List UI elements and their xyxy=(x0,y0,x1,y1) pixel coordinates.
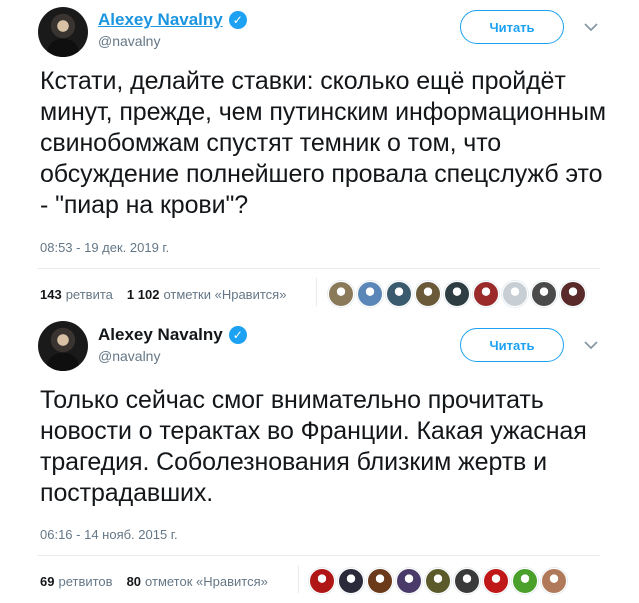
liker-avatars xyxy=(309,568,567,594)
like-label: отметки «Нравится» xyxy=(163,287,287,302)
liker-avatar[interactable] xyxy=(541,568,567,594)
author-handle[interactable]: @navalny xyxy=(98,33,160,49)
liker-avatar[interactable] xyxy=(483,568,509,594)
liker-avatar[interactable] xyxy=(309,568,335,594)
like-label: отметок «Нравится» xyxy=(145,574,268,589)
liker-avatar[interactable] xyxy=(512,568,538,594)
author-name[interactable]: Alexey Navalny xyxy=(98,325,223,345)
tweet-text: Кстати, делайте ставки: сколько ещё прой… xyxy=(40,67,606,219)
author-row: Alexey Navalny ✓ xyxy=(98,10,247,30)
liker-avatar[interactable] xyxy=(415,281,441,307)
tweet-timestamp[interactable]: 06:16 - 14 нояб. 2015 г. xyxy=(40,527,178,542)
author-name[interactable]: Alexey Navalny xyxy=(98,10,223,30)
chevron-down-icon[interactable] xyxy=(583,337,599,353)
liker-avatar[interactable] xyxy=(357,281,383,307)
liker-avatar[interactable] xyxy=(502,281,528,307)
retweet-stat[interactable]: 143 ретвита xyxy=(40,287,113,302)
avatar[interactable] xyxy=(38,7,88,57)
like-count: 80 xyxy=(126,574,142,589)
liker-avatar[interactable] xyxy=(473,281,499,307)
tweet-text: Только сейчас смог внимательно прочитать… xyxy=(40,386,587,507)
liker-avatar[interactable] xyxy=(425,568,451,594)
tweet-timestamp[interactable]: 08:53 - 19 дек. 2019 г. xyxy=(40,240,169,255)
tweet-stats: 69 ретвитов 80 отметок «Нравится» xyxy=(40,574,268,589)
like-count: 1 102 xyxy=(126,287,160,302)
follow-button[interactable]: Читать xyxy=(460,10,564,44)
tweet-stats: 143 ретвита 1 102 отметки «Нравится» xyxy=(40,287,286,302)
liker-avatars xyxy=(328,281,586,307)
author-row: Alexey Navalny ✓ xyxy=(98,325,247,345)
liker-avatar[interactable] xyxy=(560,281,586,307)
author-handle[interactable]: @navalny xyxy=(98,348,160,364)
follow-button[interactable]: Читать xyxy=(460,328,564,362)
retweet-label: ретвита xyxy=(65,287,113,302)
retweet-count: 143 xyxy=(40,287,62,302)
divider xyxy=(38,268,600,269)
liker-avatar[interactable] xyxy=(531,281,557,307)
verified-badge-icon: ✓ xyxy=(228,326,247,344)
retweet-count: 69 xyxy=(40,574,55,589)
stats-separator xyxy=(316,278,317,306)
retweet-label: ретвитов xyxy=(58,574,113,589)
like-stat[interactable]: 80 отметок «Нравится» xyxy=(127,574,268,589)
avatar[interactable] xyxy=(38,321,88,371)
liker-avatar[interactable] xyxy=(328,281,354,307)
like-stat[interactable]: 1 102 отметки «Нравится» xyxy=(127,287,287,302)
divider xyxy=(38,555,600,556)
liker-avatar[interactable] xyxy=(454,568,480,594)
verified-badge-icon: ✓ xyxy=(228,11,247,29)
liker-avatar[interactable] xyxy=(367,568,393,594)
liker-avatar[interactable] xyxy=(386,281,412,307)
liker-avatar[interactable] xyxy=(396,568,422,594)
retweet-stat[interactable]: 69 ретвитов xyxy=(40,574,113,589)
liker-avatar[interactable] xyxy=(444,281,470,307)
liker-avatar[interactable] xyxy=(338,568,364,594)
chevron-down-icon[interactable] xyxy=(583,19,599,35)
tweet-2: Alexey Navalny ✓ @navalny Читать Только … xyxy=(0,318,639,603)
tweet-1: Alexey Navalny ✓ @navalny Читать Кстати,… xyxy=(0,0,639,310)
stats-separator xyxy=(298,565,299,593)
